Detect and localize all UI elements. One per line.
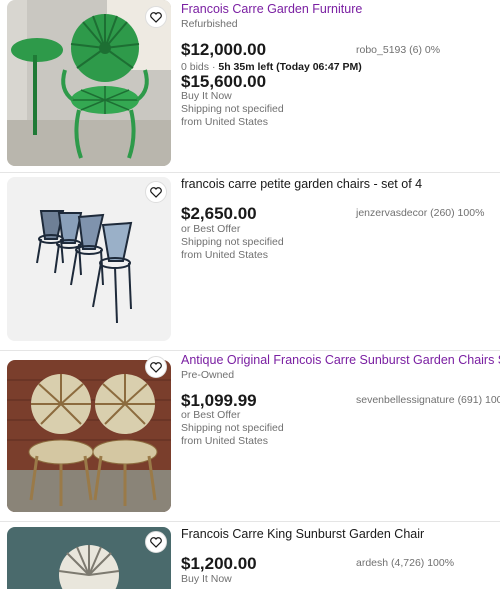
listing-condition-3: Pre-Owned — [181, 369, 235, 381]
divider — [0, 350, 500, 351]
listing-price-1: $12,000.00 — [181, 40, 267, 59]
listing-shipping-2: Shipping not specified — [181, 236, 284, 248]
listing-title-2[interactable]: francois carre petite garden chairs - se… — [181, 177, 500, 191]
listing-location-2: from United States — [181, 249, 268, 261]
listing-seller-4: ardesh (4,726) 100% — [356, 557, 455, 569]
listing-price-3: $1,099.99 — [181, 391, 257, 410]
listing-card-1[interactable]: Francois Carre Garden Furniture Refurbis… — [0, 0, 500, 170]
heart-icon — [150, 11, 162, 23]
listing-format-3: or Best Offer — [181, 409, 241, 421]
listing-price-4: $1,200.00 — [181, 554, 257, 573]
divider — [0, 172, 500, 173]
listing-condition-1: Refurbished — [181, 18, 238, 30]
heart-icon — [150, 361, 162, 373]
listing-title-4[interactable]: Francois Carre King Sunburst Garden Chai… — [181, 527, 500, 541]
listing-bin-price-1: $15,600.00 — [181, 72, 267, 91]
listing-location-3: from United States — [181, 435, 268, 447]
listing-card-2[interactable]: francois carre petite garden chairs - se… — [0, 177, 500, 347]
listing-image-3[interactable] — [7, 360, 171, 512]
heart-icon — [150, 536, 162, 548]
listing-image-2[interactable] — [7, 177, 171, 341]
divider — [0, 521, 500, 522]
listing-seller-1: robo_5193 (6) 0% — [356, 44, 441, 56]
watch-button-1[interactable] — [145, 6, 167, 28]
listing-card-3[interactable]: Antique Original Francois Carre Sunburst… — [0, 353, 500, 523]
listing-seller-3: sevenbellessignature (691) 100% — [356, 394, 500, 406]
listing-format-2: or Best Offer — [181, 223, 241, 235]
watch-button-4[interactable] — [145, 531, 167, 553]
listing-format-1: Buy It Now — [181, 90, 232, 102]
watch-button-3[interactable] — [145, 356, 167, 378]
listing-seller-2: jenzervasdecor (260) 100% — [356, 207, 485, 219]
listing-price-2: $2,650.00 — [181, 204, 257, 223]
listing-card-4[interactable]: Francois Carre King Sunburst Garden Chai… — [0, 527, 500, 589]
listing-shipping-3: Shipping not specified — [181, 422, 284, 434]
listing-title-3[interactable]: Antique Original Francois Carre Sunburst… — [181, 353, 500, 367]
listing-image-1[interactable] — [7, 0, 171, 166]
listing-location-1: from United States — [181, 116, 268, 128]
listing-format-4: Buy It Now — [181, 573, 232, 585]
watch-button-2[interactable] — [145, 181, 167, 203]
listing-shipping-1: Shipping not specified — [181, 103, 284, 115]
listing-title-1[interactable]: Francois Carre Garden Furniture — [181, 2, 500, 16]
heart-icon — [150, 186, 162, 198]
